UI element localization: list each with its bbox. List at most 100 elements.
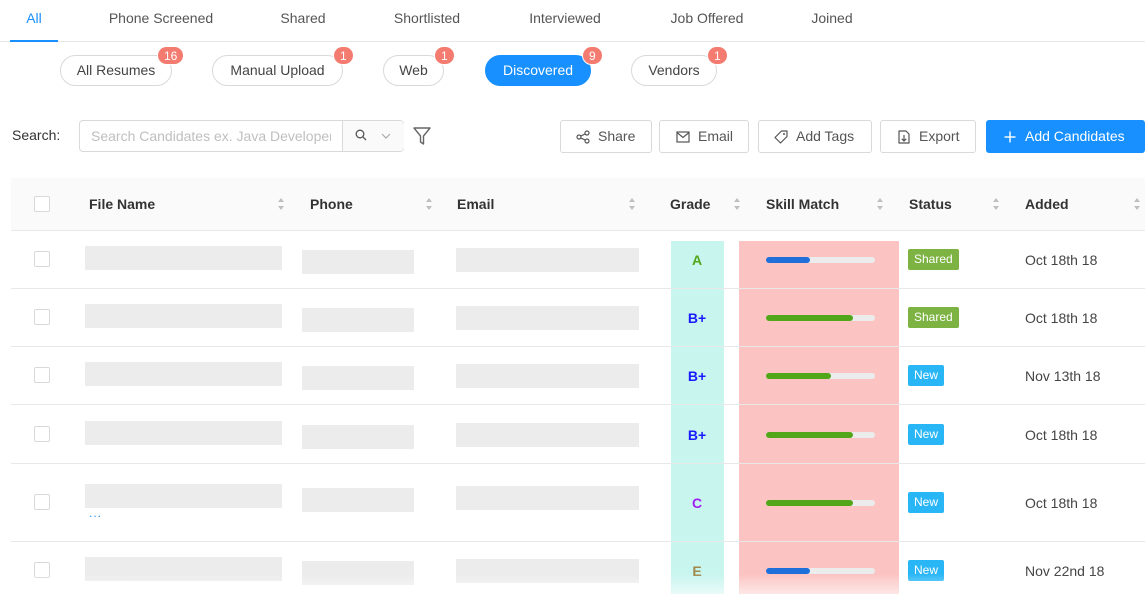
column-status[interactable]: Status [909,178,952,231]
count-badge: 9 [582,46,603,65]
email-placeholder [456,306,639,330]
grade-value: E [692,563,702,579]
search-input[interactable] [80,121,342,151]
sort-icon[interactable] [1133,197,1141,211]
tab-joined[interactable]: Joined [801,0,863,42]
tab-shared[interactable]: Shared [270,0,336,42]
tab-all[interactable]: All [10,0,58,42]
sort-icon[interactable] [425,197,433,211]
count-badge: 1 [707,46,728,65]
export-label: Export [919,128,960,144]
export-file-icon [898,130,910,144]
status-badge: Shared [908,249,959,270]
file-name-placeholder [85,557,282,581]
row-checkbox[interactable] [34,367,50,383]
sort-icon[interactable] [992,197,1000,211]
source-manual-upload[interactable]: Manual Upload 1 [212,46,354,86]
sort-icon[interactable] [733,197,741,211]
grade-value: B+ [687,426,707,443]
row-checkbox[interactable] [34,425,50,442]
grade-value: B+ [687,368,707,384]
add-tags-button[interactable]: Add Tags [758,120,872,153]
column-added[interactable]: Added [1025,178,1069,231]
table-row[interactable]: B+ Shared Oct 18th 18 [11,289,1145,347]
email-placeholder [456,422,639,447]
skill-match-bar [766,373,875,379]
count-badge: 1 [333,46,354,65]
source-label: Vendors [648,62,700,78]
filter-icon[interactable] [412,125,432,147]
file-name-placeholder [85,362,282,386]
phone-placeholder [302,561,414,585]
email-button[interactable]: Email [659,120,749,153]
source-label: Web [399,62,428,78]
source-vendors[interactable]: Vendors 1 [631,46,728,86]
added-date: Oct 18th 18 [1025,426,1098,443]
search-addon[interactable] [342,121,404,151]
skill-match-fill [766,315,853,321]
phone-placeholder [302,250,414,274]
source-web[interactable]: Web 1 [383,46,455,86]
row-checkbox[interactable] [34,309,50,325]
grade-value: B+ [687,310,707,326]
search-field [79,120,404,152]
phone-placeholder [302,308,414,332]
table-row[interactable]: C New Oct 18th 18... [11,464,1145,542]
add-tags-label: Add Tags [796,128,855,144]
chevron-down-icon[interactable] [381,133,391,139]
export-button[interactable]: Export [880,120,976,153]
file-name-placeholder [85,304,282,328]
table-row[interactable]: E New Nov 22nd 18 [11,542,1145,594]
skill-match-bar [766,568,875,574]
source-discovered[interactable]: Discovered 9 [485,46,603,86]
tab-shortlisted[interactable]: Shortlisted [381,0,473,42]
file-name-placeholder [85,420,282,445]
sort-icon[interactable] [628,197,636,211]
table-row[interactable]: A Shared Oct 18th 18 [11,231,1145,289]
sort-icon[interactable] [277,197,285,211]
skill-match-fill [766,257,810,263]
skill-match-fill [766,568,810,574]
column-phone[interactable]: Phone [310,178,353,231]
add-candidates-button[interactable]: Add Candidates [986,120,1145,153]
select-all-checkbox[interactable] [34,196,50,212]
row-checkbox[interactable] [34,494,50,510]
row-checkbox[interactable] [34,251,50,267]
email-placeholder [456,559,639,583]
skill-match-fill [766,431,853,438]
row-checkbox[interactable] [34,562,50,578]
source-all-resumes[interactable]: All Resumes 16 [60,46,185,86]
added-date: Nov 22nd 18 [1025,563,1105,579]
status-badge: New [908,560,945,581]
table-row[interactable]: B+ New Nov 13th 18 [11,347,1145,405]
skill-match-fill [766,500,853,506]
column-grade[interactable]: Grade [670,178,710,231]
source-label: Discovered [502,62,574,78]
plus-icon [1004,131,1016,143]
status-badge: New [908,492,945,513]
added-date: Oct 18th 18 [1025,252,1098,268]
sort-icon[interactable] [876,197,884,211]
grade-value: A [691,252,703,268]
skill-match-bar [766,500,875,506]
more-link[interactable]: ... [89,506,102,520]
column-email[interactable]: Email [457,178,494,231]
mail-icon [676,131,690,143]
table-header: File Name Phone Email Grade Skill Match … [11,178,1145,231]
count-badge: 16 [157,46,185,65]
tab-interviewed[interactable]: Interviewed [518,0,612,42]
column-skill-match[interactable]: Skill Match [766,178,839,231]
skill-match-bar [766,315,875,321]
skill-match-bar [766,431,875,438]
table-row[interactable]: B+ New Oct 18th 18 [11,405,1145,464]
added-date: Oct 18th 18 [1025,495,1098,511]
email-placeholder [456,248,639,272]
tab-job-offered[interactable]: Job Offered [658,0,756,42]
share-label: Share [598,128,636,144]
pipeline-tabs: All Phone Screened Shared Shortlisted In… [0,0,1145,42]
search-icon[interactable] [355,129,367,141]
tab-phone-screened[interactable]: Phone Screened [98,0,224,42]
count-badge: 1 [434,46,455,65]
column-file-name[interactable]: File Name [89,178,155,231]
share-button[interactable]: Share [560,120,652,153]
